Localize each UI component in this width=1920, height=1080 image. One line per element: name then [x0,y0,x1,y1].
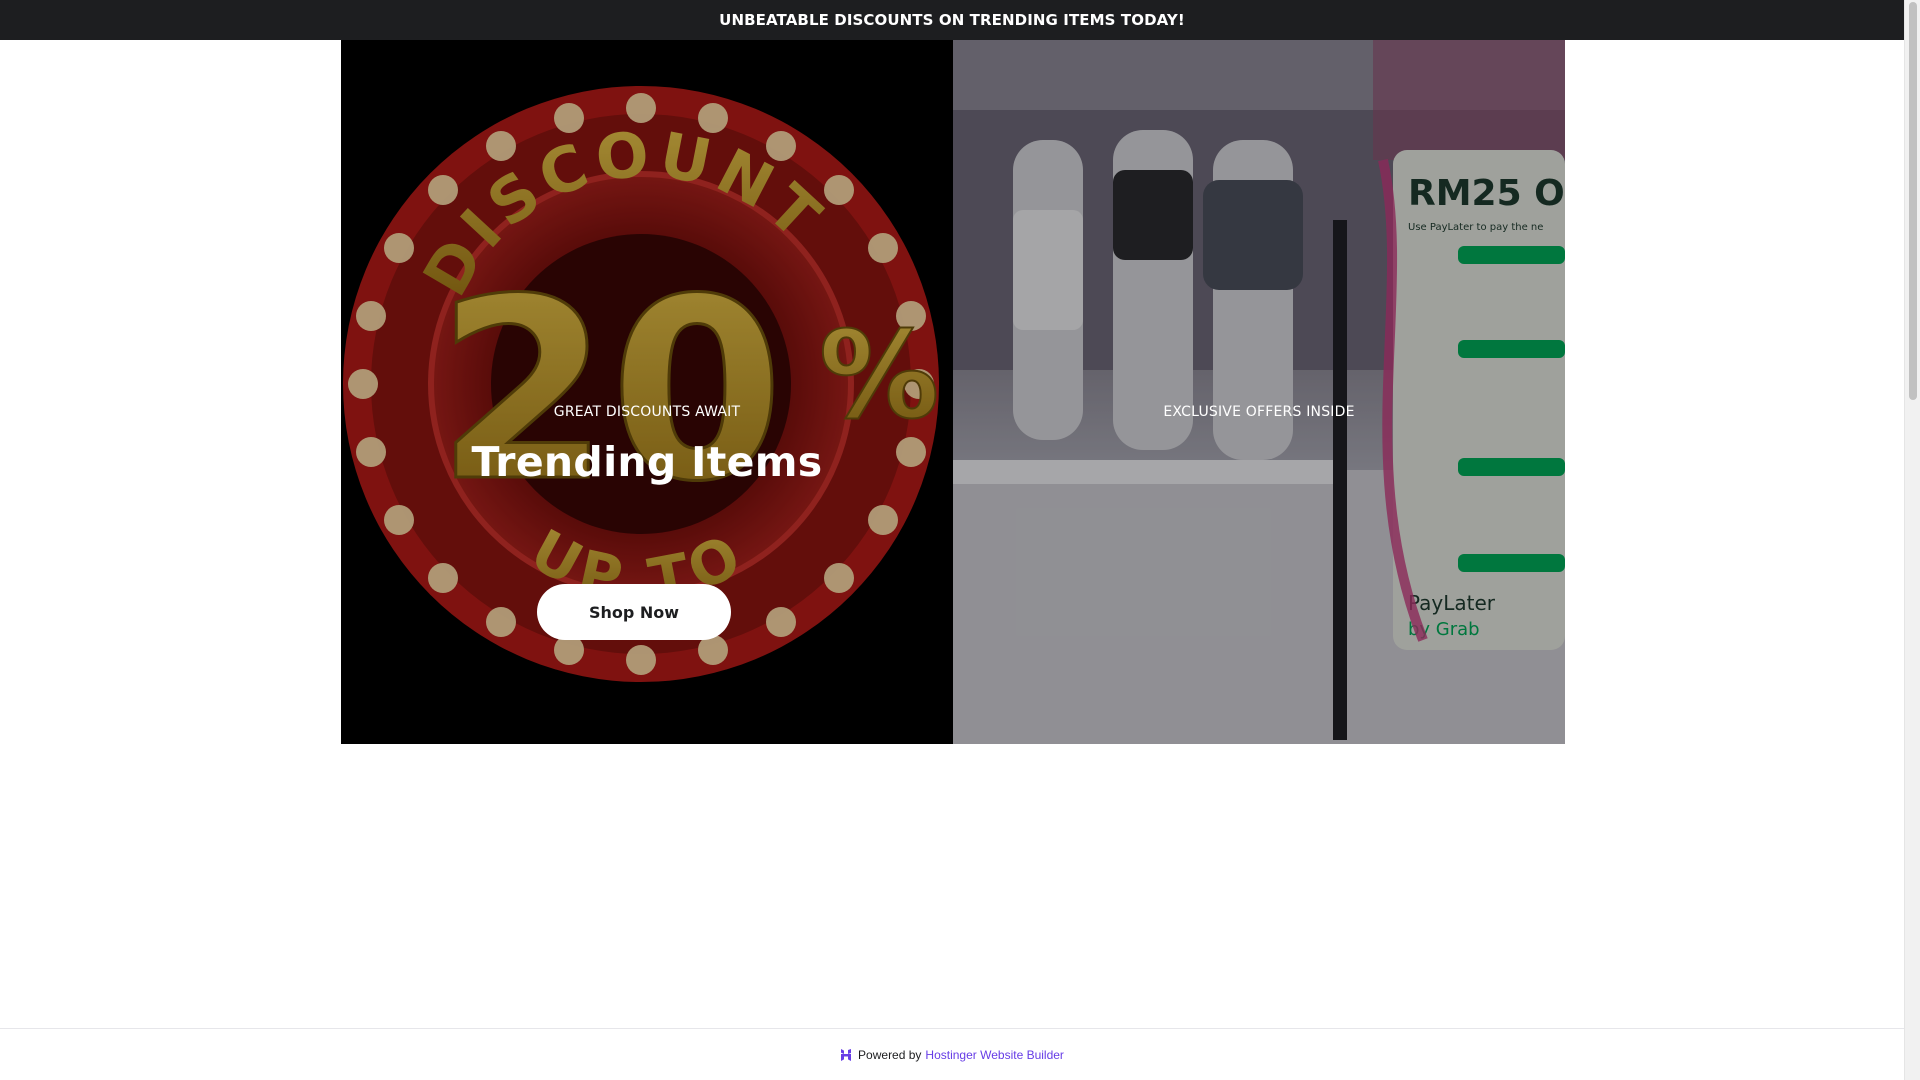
hero-panel-right: RM25 O Use PayLater to pay the ne PayLat… [953,40,1565,744]
hero-panel-left-content: GREAT DISCOUNTS AWAIT Trending Items Sho… [341,40,953,744]
hero-section: DISCOUNT UP TO 20 % GREAT DISCOUNTS AWAI… [341,40,1565,744]
hostinger-logo-icon [840,1048,852,1061]
scrollbar-thumb[interactable] [1909,2,1917,400]
page-scrollbar[interactable] [1904,0,1920,1080]
hero-panel-left: DISCOUNT UP TO 20 % GREAT DISCOUNTS AWAI… [341,40,953,744]
announcement-text: UNBEATABLE DISCOUNTS ON TRENDING ITEMS T… [719,11,1185,29]
powered-by-text: Powered by [858,1047,922,1062]
announcement-bar: UNBEATABLE DISCOUNTS ON TRENDING ITEMS T… [0,0,1904,40]
hero-right-eyebrow: EXCLUSIVE OFFERS INSIDE [1163,404,1355,420]
hero-panel-right-content: EXCLUSIVE OFFERS INSIDE [953,40,1565,744]
hero-left-eyebrow: GREAT DISCOUNTS AWAIT [553,404,741,420]
hero-title: Trending Items [471,438,823,486]
shop-now-button[interactable]: Shop Now [537,584,731,640]
footer: Powered by Hostinger Website Builder [0,1029,1904,1080]
hostinger-website-builder-link[interactable]: Hostinger Website Builder [925,1048,1064,1062]
